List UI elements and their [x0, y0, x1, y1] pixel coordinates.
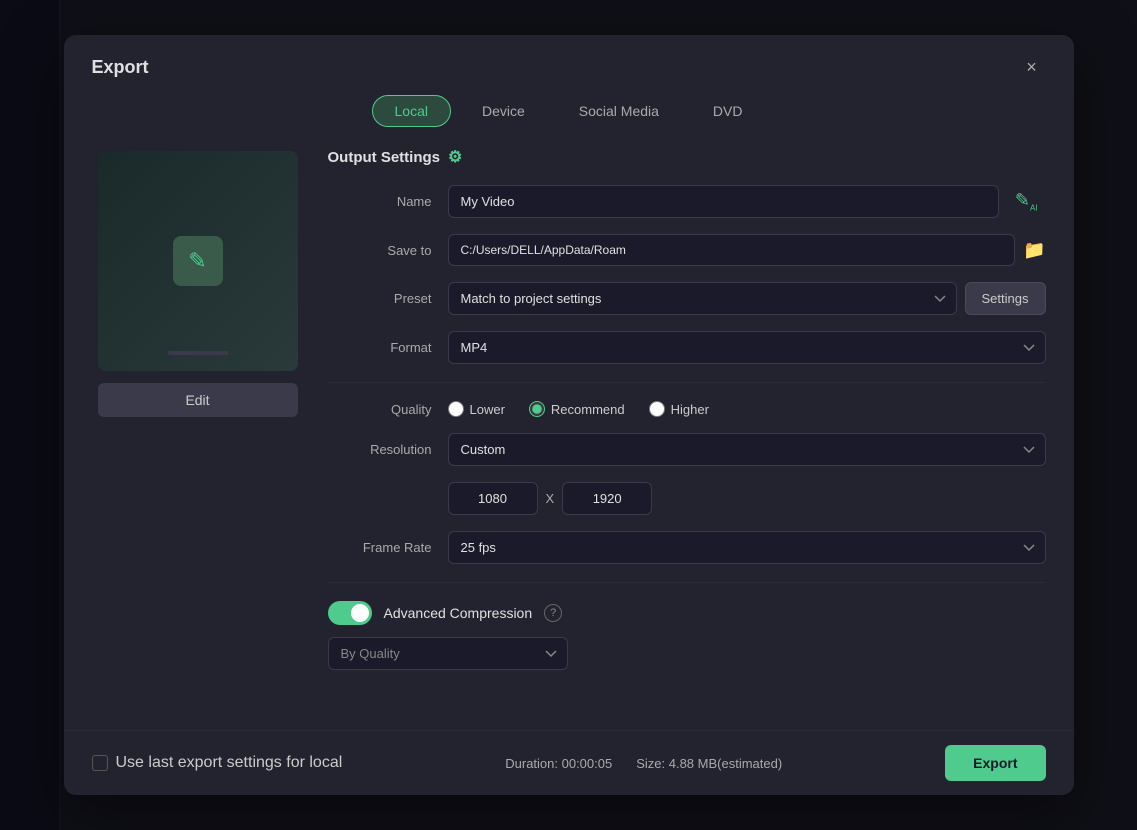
close-button[interactable]: ×: [1018, 53, 1046, 81]
format-control: MP4 MOV AVI MKV: [448, 331, 1046, 364]
ai-rename-button[interactable]: ✎AI: [1007, 186, 1046, 217]
help-icon[interactable]: ?: [544, 604, 562, 622]
use-last-settings-checkbox[interactable]: [92, 755, 108, 771]
duration-label: Duration: 00:00:05: [505, 756, 612, 771]
name-input[interactable]: [448, 185, 999, 218]
quality-lower-option[interactable]: Lower: [448, 401, 505, 417]
quality-row: Quality Lower Recommend: [328, 401, 1046, 417]
modal-overlay: Export × Local Device Social Media DVD ✎…: [0, 0, 1137, 830]
by-quality-container: By Quality By Bitrate: [328, 637, 1046, 670]
quality-options: Lower Recommend Higher: [448, 401, 1046, 417]
dialog-header: Export ×: [64, 35, 1074, 95]
preview-thumbnail: ✎: [98, 151, 298, 371]
preset-settings-button[interactable]: Settings: [965, 282, 1046, 315]
settings-icon: ⚙: [448, 147, 462, 167]
resolution-select[interactable]: Custom 1920x1080 1280x720: [448, 433, 1046, 466]
preset-control: Match to project settings Custom Setting…: [448, 282, 1046, 315]
name-label: Name: [328, 194, 448, 209]
quality-higher-label: Higher: [671, 402, 709, 417]
quality-higher-option[interactable]: Higher: [649, 401, 709, 417]
divider-1: [328, 382, 1046, 383]
quality-higher-radio[interactable]: [649, 401, 665, 417]
export-button[interactable]: Export: [945, 745, 1045, 781]
save-to-row: Save to 📁: [328, 234, 1046, 266]
frame-rate-control: 25 fps 30 fps 60 fps 24 fps: [448, 531, 1046, 564]
x-separator: X: [546, 491, 555, 506]
path-input-row: 📁: [448, 234, 1046, 266]
tab-social-media[interactable]: Social Media: [556, 95, 682, 127]
quality-recommend-option[interactable]: Recommend: [529, 401, 625, 417]
preset-row: Preset Match to project settings Custom …: [328, 282, 1046, 315]
divider-2: [328, 582, 1046, 583]
frame-rate-row: Frame Rate 25 fps 30 fps 60 fps 24 fps: [328, 531, 1046, 564]
quality-control: Lower Recommend Higher: [448, 401, 1046, 417]
format-select[interactable]: MP4 MOV AVI MKV: [448, 331, 1046, 364]
dialog-footer: Use last export settings for local Durat…: [64, 730, 1074, 795]
browse-folder-button[interactable]: 📁: [1023, 240, 1045, 261]
name-input-row: ✎AI: [448, 185, 1046, 218]
advanced-compression-toggle-row: Advanced Compression ?: [328, 601, 1046, 625]
resolution-width-input[interactable]: [448, 482, 538, 515]
export-dialog: Export × Local Device Social Media DVD ✎…: [64, 35, 1074, 795]
advanced-compression-toggle[interactable]: [328, 601, 372, 625]
frame-rate-label: Frame Rate: [328, 540, 448, 555]
preview-panel: ✎ Edit: [88, 143, 308, 730]
quality-label: Quality: [328, 402, 448, 417]
toggle-slider: [328, 601, 372, 625]
preset-label: Preset: [328, 291, 448, 306]
output-settings-title: Output Settings ⚙: [328, 147, 1046, 167]
format-row: Format MP4 MOV AVI MKV: [328, 331, 1046, 364]
size-label: Size: 4.88 MB(estimated): [636, 756, 782, 771]
resolution-row: Resolution Custom 1920x1080 1280x720: [328, 433, 1046, 466]
quality-lower-label: Lower: [470, 402, 505, 417]
export-tabs: Local Device Social Media DVD: [64, 95, 1074, 143]
resolution-values-row: X: [328, 482, 1046, 515]
tab-dvd[interactable]: DVD: [690, 95, 766, 127]
preset-select-row: Match to project settings Custom Setting…: [448, 282, 1046, 315]
advanced-compression-section: Advanced Compression ? By Quality By Bit…: [328, 601, 1046, 670]
save-to-label: Save to: [328, 243, 448, 258]
footer-info: Duration: 00:00:05 Size: 4.88 MB(estimat…: [505, 756, 782, 771]
use-last-settings-text: Use last export settings for local: [116, 754, 343, 772]
save-to-control: 📁: [448, 234, 1046, 266]
video-icon: ✎: [173, 236, 223, 286]
tab-local[interactable]: Local: [372, 95, 451, 127]
advanced-compression-label: Advanced Compression: [384, 605, 533, 621]
edit-button[interactable]: Edit: [98, 383, 298, 417]
settings-panel: Output Settings ⚙ Name ✎AI Save to: [328, 143, 1050, 730]
quality-lower-radio[interactable]: [448, 401, 464, 417]
resolution-inputs: X: [448, 482, 1046, 515]
quality-recommend-label: Recommend: [551, 402, 625, 417]
resolution-label: Resolution: [328, 442, 448, 457]
dialog-body: ✎ Edit Output Settings ⚙ Name: [64, 143, 1074, 730]
resolution-inputs-control: X: [448, 482, 1046, 515]
preset-select[interactable]: Match to project settings Custom: [448, 282, 957, 315]
tab-device[interactable]: Device: [459, 95, 548, 127]
format-label: Format: [328, 340, 448, 355]
name-row: Name ✎AI: [328, 185, 1046, 218]
resolution-control: Custom 1920x1080 1280x720: [448, 433, 1046, 466]
resolution-height-input[interactable]: [562, 482, 652, 515]
save-path-input[interactable]: [448, 234, 1016, 266]
quality-recommend-radio[interactable]: [529, 401, 545, 417]
by-quality-select[interactable]: By Quality By Bitrate: [328, 637, 568, 670]
frame-rate-select[interactable]: 25 fps 30 fps 60 fps 24 fps: [448, 531, 1046, 564]
use-last-settings-label[interactable]: Use last export settings for local: [92, 754, 343, 772]
preview-bar: [168, 351, 228, 355]
name-control: ✎AI: [448, 185, 1046, 218]
dialog-title: Export: [92, 57, 149, 78]
